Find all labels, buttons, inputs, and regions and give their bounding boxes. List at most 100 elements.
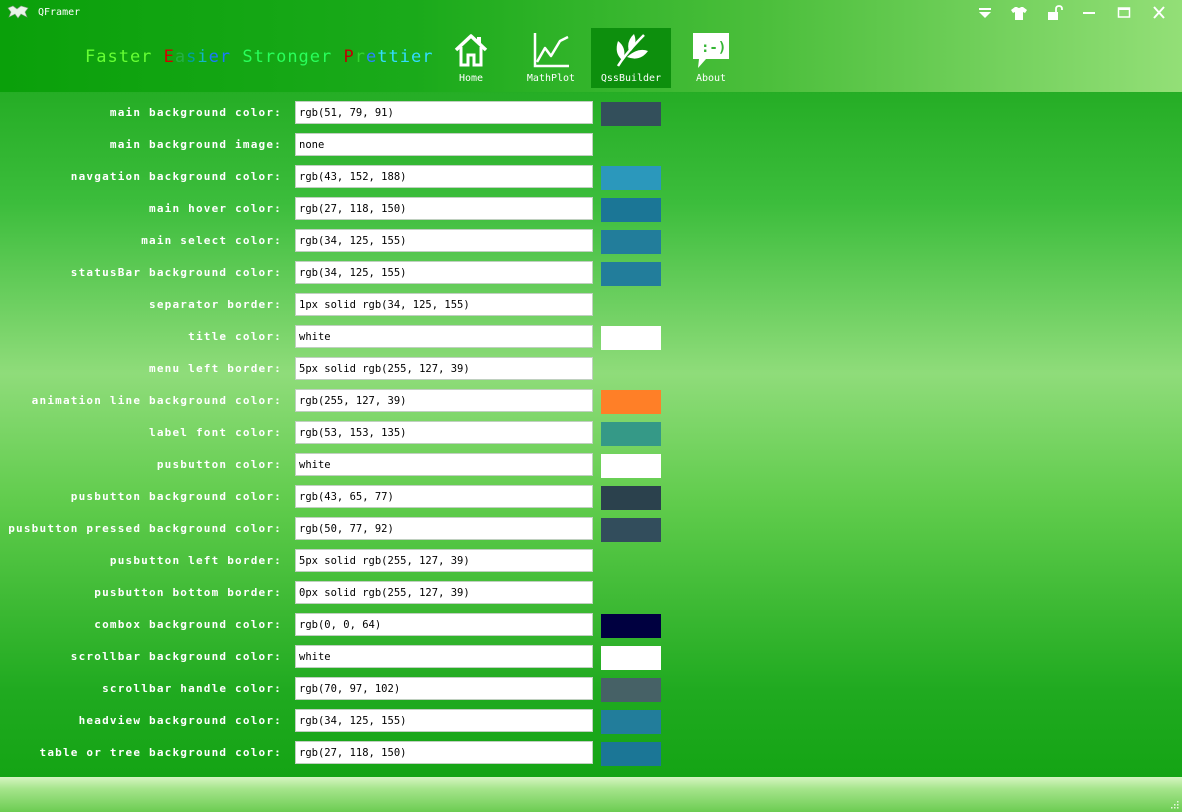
maximize-icon [1117, 7, 1131, 18]
row-label: table or tree background color: [39, 746, 282, 759]
row-value-input[interactable] [295, 741, 593, 764]
row-value-input[interactable] [295, 421, 593, 444]
row-label: scrollbar handle color: [102, 682, 282, 695]
tab-home[interactable]: Home [431, 28, 511, 88]
row-value-input[interactable] [295, 357, 593, 380]
color-swatch-button[interactable] [601, 422, 661, 446]
row-label: main hover color: [149, 202, 282, 215]
svg-text::-): :-) [701, 40, 726, 56]
slogan-segment: i [197, 47, 209, 67]
tab-mathplot[interactable]: MathPlot [511, 28, 591, 88]
tab-about-label: About [695, 73, 727, 84]
color-swatch-button[interactable] [601, 390, 661, 414]
color-swatch-button[interactable] [601, 614, 661, 638]
form-row: scrollbar handle color: [0, 672, 700, 704]
row-label: title color: [188, 330, 282, 343]
smiley-chat-icon: :-) [693, 33, 729, 68]
slogan-segment: r [354, 47, 366, 67]
skin-shirt-icon [1011, 7, 1027, 20]
maximize-button[interactable] [1114, 4, 1134, 22]
form-row: menu left border: [0, 352, 700, 384]
tab-qssbuilder[interactable]: QssBuilder [591, 28, 671, 88]
skin-button[interactable] [1009, 4, 1029, 22]
leaf-icon [616, 34, 648, 67]
form-row: pusbutton bottom border: [0, 576, 700, 608]
row-label: pusbutton background color: [70, 490, 282, 503]
row-value-input[interactable] [295, 453, 593, 476]
row-value-input[interactable] [295, 101, 593, 124]
menu-dropdown-icon [979, 8, 991, 18]
row-value-input[interactable] [295, 325, 593, 348]
form-row: pusbutton pressed background color: [0, 512, 700, 544]
row-label: combox background color: [94, 618, 282, 631]
app-title: QFramer [38, 7, 81, 18]
row-value-input[interactable] [295, 549, 593, 572]
unlock-icon [1048, 5, 1063, 20]
color-swatch-button[interactable] [601, 230, 661, 254]
color-swatch-button[interactable] [601, 710, 661, 734]
row-label: animation line background color: [31, 394, 282, 407]
tab-mathplot-label: MathPlot [526, 73, 576, 84]
row-label: separator border: [149, 298, 282, 311]
row-value-input[interactable] [295, 389, 593, 412]
slogan-segment: ttier [377, 47, 434, 67]
row-value-input[interactable] [295, 165, 593, 188]
slogan-segment: Faster [85, 47, 164, 67]
title-bar: QFramer Faster Easier Stronger Prettier … [0, 0, 1182, 92]
form-row: table or tree background color: [0, 736, 700, 768]
slogan-segment: P [343, 47, 355, 67]
form-row: label font color: [0, 416, 700, 448]
slogan-segment: er [208, 47, 243, 67]
row-label: main select color: [141, 234, 282, 247]
color-swatch-button[interactable] [601, 742, 661, 766]
minimize-button[interactable] [1079, 4, 1099, 22]
row-value-input[interactable] [295, 581, 593, 604]
home-icon [454, 34, 488, 67]
color-swatch-button[interactable] [601, 326, 661, 350]
color-swatch-button[interactable] [601, 102, 661, 126]
close-icon [1153, 6, 1165, 19]
row-value-input[interactable] [295, 229, 593, 252]
menu-dropdown-button[interactable] [975, 4, 995, 22]
lock-button[interactable] [1045, 4, 1065, 22]
row-value-input[interactable] [295, 613, 593, 636]
form-row: animation line background color: [0, 384, 700, 416]
form-row: headview background color: [0, 704, 700, 736]
color-swatch-button[interactable] [601, 166, 661, 190]
close-button[interactable] [1149, 4, 1169, 22]
row-value-input[interactable] [295, 709, 593, 732]
color-swatch-button[interactable] [601, 262, 661, 286]
resize-grip-icon[interactable] [1170, 800, 1179, 809]
row-label: pusbutton bottom border: [94, 586, 282, 599]
slogan-segment: s [186, 47, 198, 67]
color-swatch-button[interactable] [601, 486, 661, 510]
color-swatch-button[interactable] [601, 646, 661, 670]
form-row: pusbutton background color: [0, 480, 700, 512]
row-value-input[interactable] [295, 197, 593, 220]
row-value-input[interactable] [295, 485, 593, 508]
slogan-segment: e [366, 47, 378, 67]
row-value-input[interactable] [295, 133, 593, 156]
tab-qssbuilder-label: QssBuilder [600, 73, 662, 84]
color-swatch-button[interactable] [601, 678, 661, 702]
row-value-input[interactable] [295, 645, 593, 668]
row-value-input[interactable] [295, 517, 593, 540]
row-label: pusbutton pressed background color: [8, 522, 282, 535]
row-value-input[interactable] [295, 293, 593, 316]
minimize-icon [1083, 12, 1095, 14]
form-row: pusbutton left border: [0, 544, 700, 576]
form-row: main background color: [0, 96, 700, 128]
color-swatch-button[interactable] [601, 198, 661, 222]
row-value-input[interactable] [295, 261, 593, 284]
slogan-segment: a [174, 47, 187, 67]
color-swatch-button[interactable] [601, 518, 661, 542]
form-row: main hover color: [0, 192, 700, 224]
tab-about[interactable]: :-) About [671, 28, 751, 88]
slogan-text: Faster Easier Stronger Prettier [85, 47, 433, 67]
form-row: statusBar background color: [0, 256, 700, 288]
color-swatch-button[interactable] [601, 454, 661, 478]
row-label: scrollbar background color: [70, 650, 282, 663]
form-row: combox background color: [0, 608, 700, 640]
row-value-input[interactable] [295, 677, 593, 700]
tab-home-label: Home [458, 73, 484, 84]
